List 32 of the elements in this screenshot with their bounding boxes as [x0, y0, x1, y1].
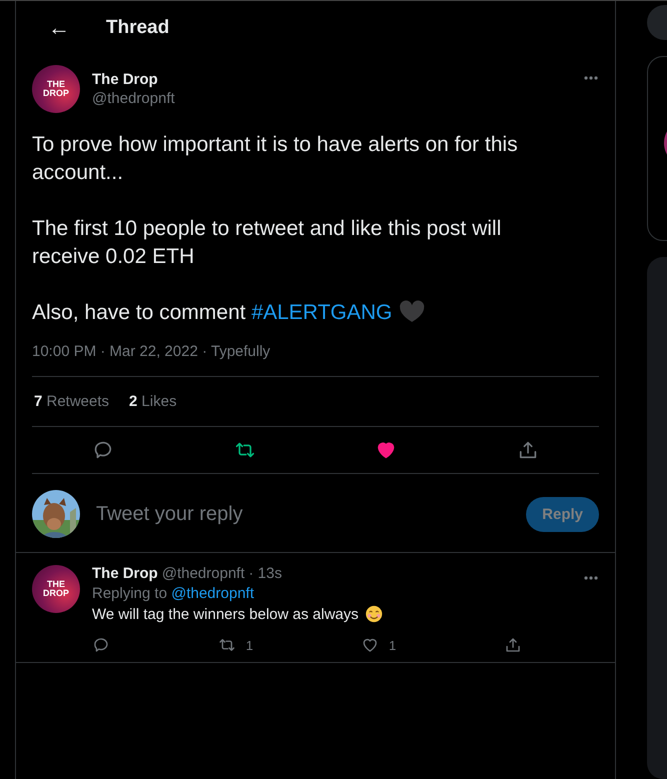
smiling-emoji-icon — [364, 605, 383, 623]
share-icon[interactable] — [504, 636, 522, 654]
mention-link[interactable]: @thedropnft — [171, 585, 254, 602]
more-icon[interactable] — [583, 575, 599, 581]
replying-to-label: Replying to — [92, 585, 168, 602]
author-name[interactable]: The Drop — [92, 565, 158, 582]
tweet-text: Also, have to comment — [32, 301, 247, 324]
page-title: Thread — [106, 17, 170, 39]
reply-icon[interactable] — [92, 636, 110, 654]
like-count: 1 — [388, 638, 396, 652]
author-handle[interactable]: @thedropnft — [92, 90, 571, 107]
hashtag-link[interactable]: #ALERTGANG — [251, 301, 392, 324]
reply-text: We will tag the winners below as always — [92, 606, 359, 622]
avatar[interactable]: THE DROP — [32, 65, 80, 113]
user-avatar[interactable] — [32, 490, 80, 538]
tweet-timestamp: 10:00 PM · Mar 22, 2022 · Typefully — [32, 327, 599, 377]
avatar[interactable]: THE DROP — [32, 565, 80, 613]
stat-link[interactable]: 2 Likes — [129, 393, 177, 410]
retweet-icon[interactable] — [218, 636, 236, 654]
reply-time: · 13s — [248, 565, 283, 582]
heart-emoji-icon — [398, 299, 426, 323]
stat-link[interactable]: 7 Retweets — [34, 393, 110, 410]
author-name[interactable]: The Drop — [92, 71, 571, 88]
more-icon[interactable] — [583, 75, 599, 81]
avatar-logo-text: THE DROP — [42, 580, 70, 598]
tweet-text: The first 10 people to retweet and like this post will receive 0.02 ETH — [32, 216, 502, 270]
avatar-logo-text: THE DROP — [42, 80, 70, 98]
tweet-text: To prove how important it is to have alerts on for this account... — [32, 132, 519, 186]
retweet-count: 1 — [246, 638, 254, 652]
back-icon[interactable]: ← — [48, 15, 70, 41]
heart-icon[interactable] — [360, 636, 379, 654]
author-handle[interactable]: @thedropnft — [162, 565, 245, 582]
